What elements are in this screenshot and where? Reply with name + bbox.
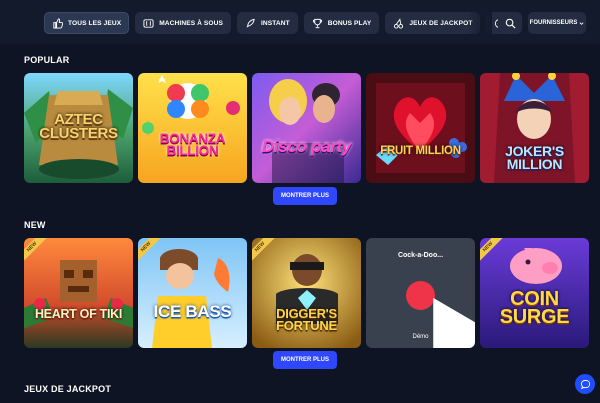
- tab-instant[interactable]: INSTANT: [237, 12, 298, 34]
- popular-games-row: AZTEC CLUSTERS BONANZA BILLION Disco par…: [24, 73, 589, 183]
- game-card-diggers-fortune[interactable]: DIGGER'S FORTUNE NEW: [252, 238, 361, 348]
- tab-all-games[interactable]: TOUS LES JEUX: [44, 12, 130, 34]
- chevron-down-icon: [579, 21, 584, 25]
- slot-machine-icon: [143, 18, 154, 28]
- chat-bubble-icon: [580, 379, 590, 389]
- section-title-new: NEW: [24, 220, 46, 230]
- new-games-row: HEART OF TIKI NEW ICE BASS NEW DIGGER'S …: [24, 238, 589, 348]
- show-more-new-button[interactable]: MONTRER PLUS: [273, 351, 337, 369]
- tab-all-games-label: TOUS LES JEUX: [68, 19, 122, 27]
- game-card-fruit-million[interactable]: FRUIT MILLION: [366, 73, 475, 183]
- providers-dropdown[interactable]: FOURNISSEURS: [528, 12, 586, 34]
- tab-instant-label: INSTANT: [261, 19, 290, 27]
- game-card-bonanza-billion[interactable]: BONANZA BILLION: [138, 73, 247, 183]
- game-title-cock-a-doo: Cock-a-Doo...: [397, 252, 444, 259]
- ice-bass-artwork: [138, 238, 247, 348]
- game-card-aztec-clusters[interactable]: AZTEC CLUSTERS: [24, 73, 133, 183]
- tabs-scroll-fade: [468, 8, 492, 38]
- game-title-jokers-million: JOKER'S MILLION: [505, 143, 564, 172]
- game-title-coin-surge: COIN Surge: [499, 288, 570, 329]
- tab-jackpot-games-label: JEUX DE JACKPOT: [409, 19, 473, 27]
- category-tabs: TOUS LES JEUX MACHINES À SOUS INSTANT BO…: [44, 12, 517, 34]
- section-title-jackpot-games: JEUX DE JACKPOT: [24, 384, 112, 394]
- game-card-cock-a-doo[interactable]: Cock-a-Doo... Démo: [366, 238, 475, 348]
- game-title-heart-of-tiki: HEART OF TIKI: [34, 307, 123, 321]
- trophy-icon: [312, 18, 322, 28]
- tab-slot-machines-label: MACHINES À SOUS: [159, 19, 223, 27]
- game-card-disco-party[interactable]: Disco party: [252, 73, 361, 183]
- game-title-diggers-fortune: DIGGER'S FORTUNE: [276, 306, 337, 333]
- fruit-million-artwork: [366, 73, 475, 183]
- game-card-ice-bass[interactable]: ICE BASS NEW: [138, 238, 247, 348]
- tab-bonus-play-label: BONUS PLAY: [327, 19, 372, 27]
- top-navigation-bar: TOUS LES JEUX MACHINES À SOUS INSTANT BO…: [0, 0, 600, 44]
- disco-party-artwork: [252, 73, 361, 183]
- heart-of-tiki-artwork: [24, 238, 133, 348]
- game-title-disco-party: Disco party: [261, 137, 352, 156]
- thumbs-up-icon: [53, 17, 63, 29]
- game-title-ice-bass: ICE BASS: [153, 302, 232, 321]
- search-icon: [505, 18, 516, 29]
- play-demo-button[interactable]: [406, 281, 475, 348]
- game-card-jokers-million[interactable]: JOKER'S MILLION: [480, 73, 589, 183]
- game-title-bonanza-billion: BONANZA BILLION: [159, 131, 226, 159]
- cherries-icon: [394, 17, 404, 29]
- search-button[interactable]: [498, 12, 522, 34]
- game-title-aztec-clusters: AZTEC CLUSTERS: [39, 111, 118, 142]
- bonanza-billion-artwork: [138, 73, 247, 183]
- tab-jackpot-games[interactable]: JEUX DE JACKPOT: [385, 12, 481, 34]
- show-more-popular-button[interactable]: MONTRER PLUS: [273, 187, 337, 205]
- rocket-icon: [246, 18, 255, 27]
- tab-slot-machines[interactable]: MACHINES À SOUS: [135, 12, 231, 34]
- chat-button[interactable]: [575, 374, 595, 394]
- demo-label: Démo: [412, 334, 429, 340]
- game-title-fruit-million: FRUIT MILLION: [380, 145, 461, 157]
- section-title-popular: POPULAR: [24, 55, 70, 65]
- game-card-coin-surge[interactable]: COIN Surge NEW: [480, 238, 589, 348]
- game-card-heart-of-tiki[interactable]: HEART OF TIKI NEW: [24, 238, 133, 348]
- providers-label: FOURNISSEURS: [529, 20, 578, 26]
- tab-bonus-play[interactable]: BONUS PLAY: [303, 12, 380, 34]
